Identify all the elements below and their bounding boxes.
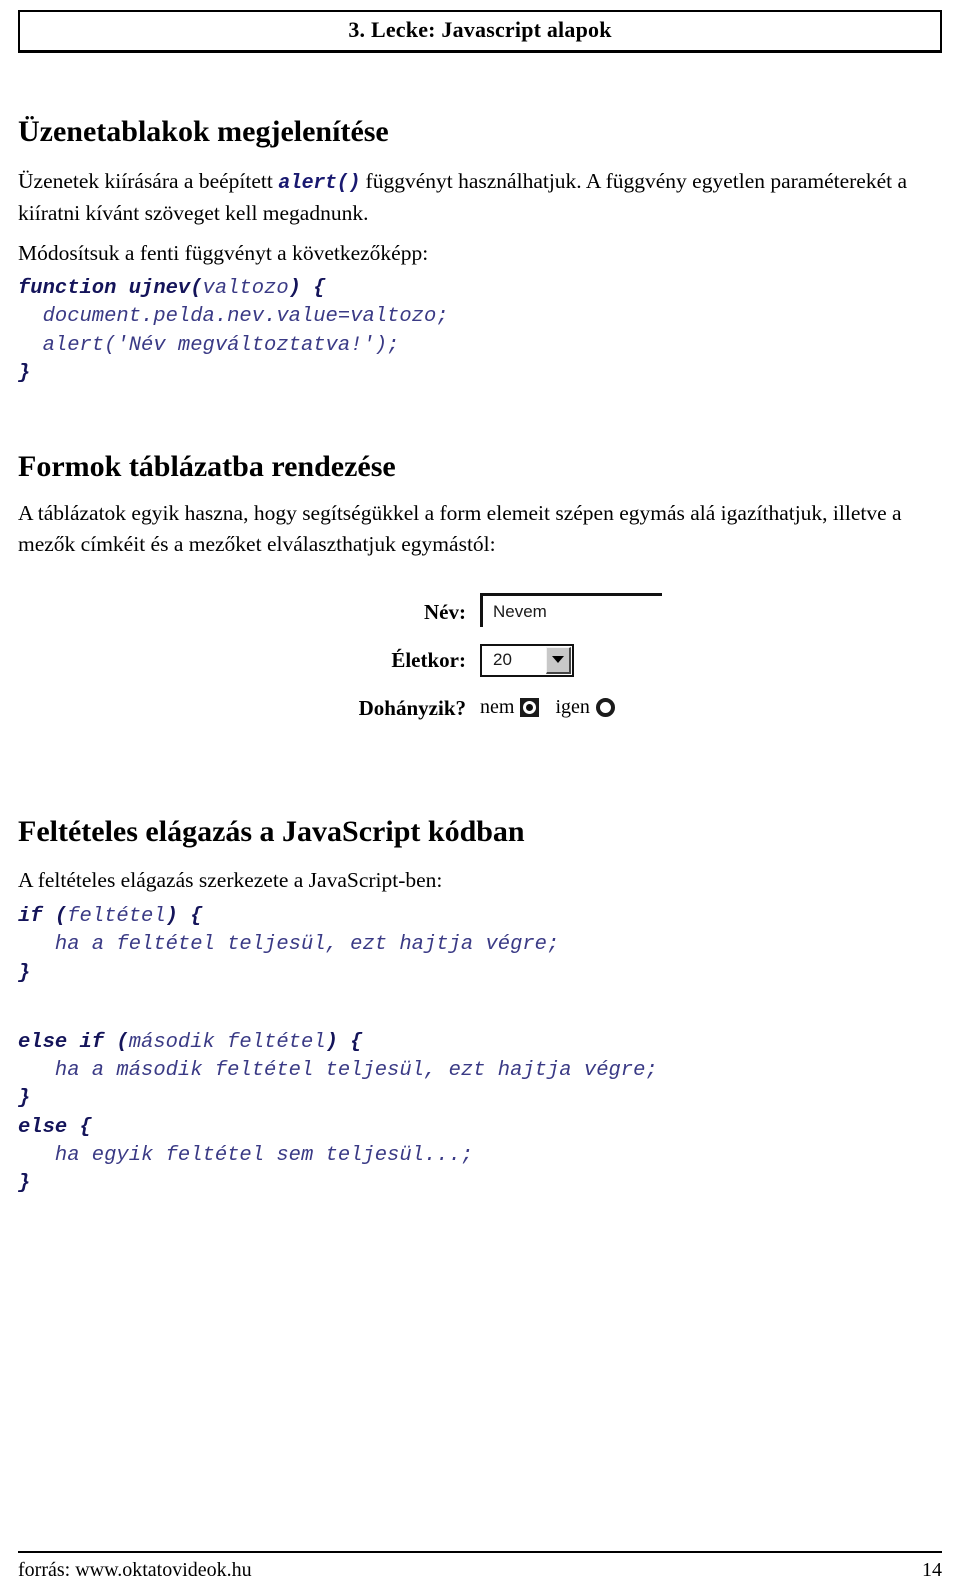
code-param-valtozo: valtozo	[202, 277, 289, 300]
form-demo: Név: Nevem Életkor: 20 Dohányzik? nem ig…	[340, 588, 700, 732]
heading-forms: Formok táblázatba rendezése	[18, 450, 396, 483]
code-else-brace-close: }	[18, 1172, 31, 1196]
radio-button-no-checked[interactable]	[520, 697, 540, 717]
heading-messages: Üzenetablakok megjelenítése	[18, 115, 389, 148]
paragraph-forms: A táblázatok egyik haszna, hogy segítség…	[18, 501, 902, 557]
page-title: 3. Lecke: Javascript alapok	[348, 17, 612, 42]
select-dropdown-button[interactable]	[546, 646, 571, 674]
form-row-age: Életkor: 20	[340, 636, 700, 684]
footer-page-number: 14	[922, 1559, 942, 1581]
radio-selected-dot-icon	[526, 703, 534, 711]
smoking-radio-group: nem igen	[480, 696, 615, 719]
form-row-name: Név: Nevem	[340, 588, 700, 636]
paragraph-conditional: A feltételes elágazás szerkezete a JavaS…	[18, 868, 443, 892]
chevron-down-icon	[552, 656, 564, 663]
footer-source: forrás: www.oktatovideok.hu	[18, 1559, 252, 1581]
footer-divider	[18, 1551, 942, 1553]
code-else-body: ha egyik feltétel sem teljesül...;	[18, 1143, 474, 1167]
code-keyword-if: if (	[18, 905, 68, 928]
heading-conditional: Feltételes elágazás a JavaScript kódban	[18, 815, 525, 848]
radio-label-yes: igen	[555, 695, 590, 718]
code-brace-open: ) {	[288, 277, 326, 300]
age-select[interactable]: 20	[480, 643, 574, 677]
page-footer: forrás: www.oktatovideok.hu 14	[18, 1551, 942, 1582]
code-line-alert-call: alert('Név megváltoztatva!');	[18, 333, 400, 357]
code-if-brace-open: ) {	[165, 905, 203, 928]
footer-content: forrás: www.oktatovideok.hu 14	[18, 1559, 942, 1582]
label-age: Életkor:	[391, 647, 466, 672]
age-select-value: 20	[493, 650, 512, 669]
label-name: Név:	[424, 599, 466, 624]
radio-item-yes[interactable]: igen	[555, 695, 615, 719]
code-brace-close: }	[18, 361, 31, 385]
name-input-value: Nevem	[493, 601, 547, 621]
running-header: 3. Lecke: Javascript alapok	[18, 10, 942, 53]
radio-button-yes-unchecked[interactable]	[595, 697, 615, 717]
code-if-brace-close: }	[18, 961, 31, 985]
radio-label-no: nem	[480, 695, 515, 718]
paragraph-messages-intro: Üzenetek kiírására a beépített alert() f…	[18, 166, 924, 229]
name-input[interactable]: Nevem	[480, 593, 662, 627]
code-elseif-body: ha a második feltétel teljesül, ezt hajt…	[18, 1059, 658, 1083]
field-age-wrapper: 20	[480, 636, 700, 684]
paragraph-modify-instruction: Módosítsuk a fenti függvényt a következő…	[18, 241, 429, 265]
code-keyword-else-if: else if (	[18, 1030, 129, 1054]
code-if-body: ha a feltétel teljesül, ezt hajtja végre…	[18, 933, 560, 957]
document-page: 3. Lecke: Javascript alapok Üzenetablako…	[0, 10, 960, 1588]
intro-text-before: Üzenetek kiírására a beépített	[18, 169, 279, 193]
code-condition-2: második feltétel	[128, 1030, 326, 1054]
inline-code-alert: alert()	[278, 172, 361, 195]
code-elseif-brace-open: ) {	[325, 1030, 363, 1054]
form-row-smoking: Dohányzik? nem igen	[340, 684, 700, 732]
field-name-wrapper: Nevem	[480, 588, 700, 636]
radio-hole	[595, 697, 615, 717]
code-condition-1: feltétel	[67, 905, 166, 928]
code-line-document-value: document.pelda.nev.value=valtozo;	[18, 305, 449, 329]
radio-item-no[interactable]: nem	[480, 695, 540, 719]
code-keyword-function: function ujnev(	[18, 277, 203, 300]
label-smoking: Dohányzik?	[358, 695, 466, 720]
field-smoking-wrapper: nem igen	[480, 684, 700, 732]
code-elseif-brace-close: }	[18, 1087, 31, 1111]
code-block-ujnev: function ujnev(valtozo) { document.pelda…	[18, 275, 449, 388]
code-block-conditional: if (feltétel) { ha a feltétel teljesül, …	[18, 903, 658, 1199]
code-keyword-else: else {	[18, 1115, 92, 1139]
